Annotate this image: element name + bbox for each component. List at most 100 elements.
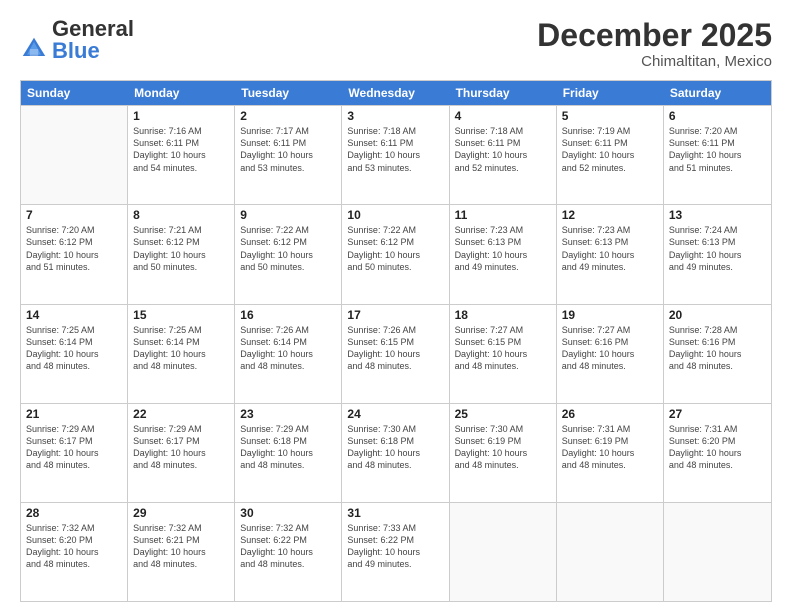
day-info: Sunrise: 7:26 AM Sunset: 6:14 PM Dayligh…	[240, 324, 336, 373]
day-number: 4	[455, 109, 551, 123]
calendar: SundayMondayTuesdayWednesdayThursdayFrid…	[20, 80, 772, 602]
day-number: 20	[669, 308, 766, 322]
calendar-cell: 8Sunrise: 7:21 AM Sunset: 6:12 PM Daylig…	[128, 205, 235, 303]
calendar-cell: 7Sunrise: 7:20 AM Sunset: 6:12 PM Daylig…	[21, 205, 128, 303]
day-info: Sunrise: 7:32 AM Sunset: 6:22 PM Dayligh…	[240, 522, 336, 571]
calendar-cell: 28Sunrise: 7:32 AM Sunset: 6:20 PM Dayli…	[21, 503, 128, 601]
calendar-day-header: Monday	[128, 81, 235, 105]
calendar-row: 14 Sunrise: 7:25 AM Sunset: 6:14 PM Dayli…	[21, 304, 771, 403]
day-info: Sunrise: 7:28 AM Sunset: 6:16 PM Dayligh…	[669, 324, 766, 373]
day-number: 25	[455, 407, 551, 421]
day-number: 21	[26, 407, 122, 421]
day-info: Sunrise: 7:29 AM Sunset: 6:17 PM Dayligh…	[133, 423, 229, 472]
day-info: Sunrise: 7:18 AM Sunset: 6:11 PM Dayligh…	[455, 125, 551, 174]
day-info: Sunrise: 7:26 AM Sunset: 6:15 PM Dayligh…	[347, 324, 443, 373]
calendar-cell: 11 Sunrise: 7:23 AM Sunset: 6:13 PM Dayli…	[450, 205, 557, 303]
day-number: 18	[455, 308, 551, 322]
calendar-row: 7Sunrise: 7:20 AM Sunset: 6:12 PM Daylig…	[21, 204, 771, 303]
calendar-cell	[450, 503, 557, 601]
day-number: 5	[562, 109, 658, 123]
day-number: 19	[562, 308, 658, 322]
day-info: Sunrise: 7:25 AM Sunset: 6:14 PM Dayligh…	[26, 324, 122, 373]
calendar-cell: 20 Sunrise: 7:28 AM Sunset: 6:16 PM Dayli…	[664, 305, 771, 403]
day-info: Sunrise: 7:20 AM Sunset: 6:12 PM Dayligh…	[26, 224, 122, 273]
calendar-day-header: Friday	[557, 81, 664, 105]
day-number: 15	[133, 308, 229, 322]
day-number: 10	[347, 208, 443, 222]
day-number: 6	[669, 109, 766, 123]
calendar-cell: 15 Sunrise: 7:25 AM Sunset: 6:14 PM Dayli…	[128, 305, 235, 403]
day-number: 13	[669, 208, 766, 222]
calendar-day-header: Thursday	[450, 81, 557, 105]
day-number: 26	[562, 407, 658, 421]
calendar-day-header: Tuesday	[235, 81, 342, 105]
day-info: Sunrise: 7:29 AM Sunset: 6:17 PM Dayligh…	[26, 423, 122, 472]
logo-icon	[20, 35, 48, 63]
day-info: Sunrise: 7:21 AM Sunset: 6:12 PM Dayligh…	[133, 224, 229, 273]
day-info: Sunrise: 7:18 AM Sunset: 6:11 PM Dayligh…	[347, 125, 443, 174]
calendar-cell: 2 Sunrise: 7:17 AM Sunset: 6:11 PM Daylig…	[235, 106, 342, 204]
day-info: Sunrise: 7:20 AM Sunset: 6:11 PM Dayligh…	[669, 125, 766, 174]
calendar-cell: 9 Sunrise: 7:22 AM Sunset: 6:12 PM Daylig…	[235, 205, 342, 303]
day-number: 11	[455, 208, 551, 222]
day-number: 23	[240, 407, 336, 421]
calendar-body: 1Sunrise: 7:16 AM Sunset: 6:11 PM Daylig…	[21, 105, 771, 601]
calendar-day-header: Saturday	[664, 81, 771, 105]
header: General Blue December 2025 Chimaltitan, …	[20, 18, 772, 70]
subtitle: Chimaltitan, Mexico	[537, 53, 772, 70]
day-number: 22	[133, 407, 229, 421]
logo-general: General	[52, 18, 134, 40]
calendar-cell: 5 Sunrise: 7:19 AM Sunset: 6:11 PM Daylig…	[557, 106, 664, 204]
calendar-cell: 1Sunrise: 7:16 AM Sunset: 6:11 PM Daylig…	[128, 106, 235, 204]
calendar-cell: 18 Sunrise: 7:27 AM Sunset: 6:15 PM Dayli…	[450, 305, 557, 403]
day-number: 29	[133, 506, 229, 520]
calendar-cell: 23 Sunrise: 7:29 AM Sunset: 6:18 PM Dayli…	[235, 404, 342, 502]
calendar-cell: 14 Sunrise: 7:25 AM Sunset: 6:14 PM Dayli…	[21, 305, 128, 403]
calendar-cell	[21, 106, 128, 204]
day-info: Sunrise: 7:27 AM Sunset: 6:15 PM Dayligh…	[455, 324, 551, 373]
calendar-cell: 3 Sunrise: 7:18 AM Sunset: 6:11 PM Daylig…	[342, 106, 449, 204]
day-number: 27	[669, 407, 766, 421]
day-number: 17	[347, 308, 443, 322]
calendar-cell: 10Sunrise: 7:22 AM Sunset: 6:12 PM Dayli…	[342, 205, 449, 303]
title-block: December 2025 Chimaltitan, Mexico	[537, 18, 772, 70]
day-info: Sunrise: 7:29 AM Sunset: 6:18 PM Dayligh…	[240, 423, 336, 472]
day-info: Sunrise: 7:32 AM Sunset: 6:21 PM Dayligh…	[133, 522, 229, 571]
logo: General Blue	[20, 18, 136, 63]
day-number: 9	[240, 208, 336, 222]
day-info: Sunrise: 7:19 AM Sunset: 6:11 PM Dayligh…	[562, 125, 658, 174]
day-info: Sunrise: 7:30 AM Sunset: 6:19 PM Dayligh…	[455, 423, 551, 472]
day-number: 31	[347, 506, 443, 520]
calendar-day-header: Sunday	[21, 81, 128, 105]
calendar-cell: 16Sunrise: 7:26 AM Sunset: 6:14 PM Dayli…	[235, 305, 342, 403]
calendar-cell: 27Sunrise: 7:31 AM Sunset: 6:20 PM Dayli…	[664, 404, 771, 502]
day-number: 12	[562, 208, 658, 222]
day-number: 28	[26, 506, 122, 520]
day-number: 14	[26, 308, 122, 322]
day-info: Sunrise: 7:31 AM Sunset: 6:19 PM Dayligh…	[562, 423, 658, 472]
calendar-cell: 13Sunrise: 7:24 AM Sunset: 6:13 PM Dayli…	[664, 205, 771, 303]
calendar-row: 28Sunrise: 7:32 AM Sunset: 6:20 PM Dayli…	[21, 502, 771, 601]
day-number: 30	[240, 506, 336, 520]
day-number: 2	[240, 109, 336, 123]
day-info: Sunrise: 7:25 AM Sunset: 6:14 PM Dayligh…	[133, 324, 229, 373]
day-info: Sunrise: 7:23 AM Sunset: 6:13 PM Dayligh…	[455, 224, 551, 273]
day-info: Sunrise: 7:30 AM Sunset: 6:18 PM Dayligh…	[347, 423, 443, 472]
calendar-cell: 26 Sunrise: 7:31 AM Sunset: 6:19 PM Dayli…	[557, 404, 664, 502]
day-info: Sunrise: 7:22 AM Sunset: 6:12 PM Dayligh…	[240, 224, 336, 273]
day-number: 3	[347, 109, 443, 123]
day-number: 24	[347, 407, 443, 421]
calendar-cell: 22 Sunrise: 7:29 AM Sunset: 6:17 PM Dayli…	[128, 404, 235, 502]
day-info: Sunrise: 7:17 AM Sunset: 6:11 PM Dayligh…	[240, 125, 336, 174]
calendar-cell: 21 Sunrise: 7:29 AM Sunset: 6:17 PM Dayli…	[21, 404, 128, 502]
calendar-header: SundayMondayTuesdayWednesdayThursdayFrid…	[21, 81, 771, 105]
day-number: 1	[133, 109, 229, 123]
logo-blue: Blue	[52, 38, 100, 63]
calendar-cell: 6 Sunrise: 7:20 AM Sunset: 6:11 PM Daylig…	[664, 106, 771, 204]
calendar-cell: 4 Sunrise: 7:18 AM Sunset: 6:11 PM Daylig…	[450, 106, 557, 204]
day-info: Sunrise: 7:33 AM Sunset: 6:22 PM Dayligh…	[347, 522, 443, 571]
calendar-cell	[664, 503, 771, 601]
calendar-cell: 24 Sunrise: 7:30 AM Sunset: 6:18 PM Dayli…	[342, 404, 449, 502]
calendar-cell	[557, 503, 664, 601]
page: General Blue December 2025 Chimaltitan, …	[0, 0, 792, 612]
